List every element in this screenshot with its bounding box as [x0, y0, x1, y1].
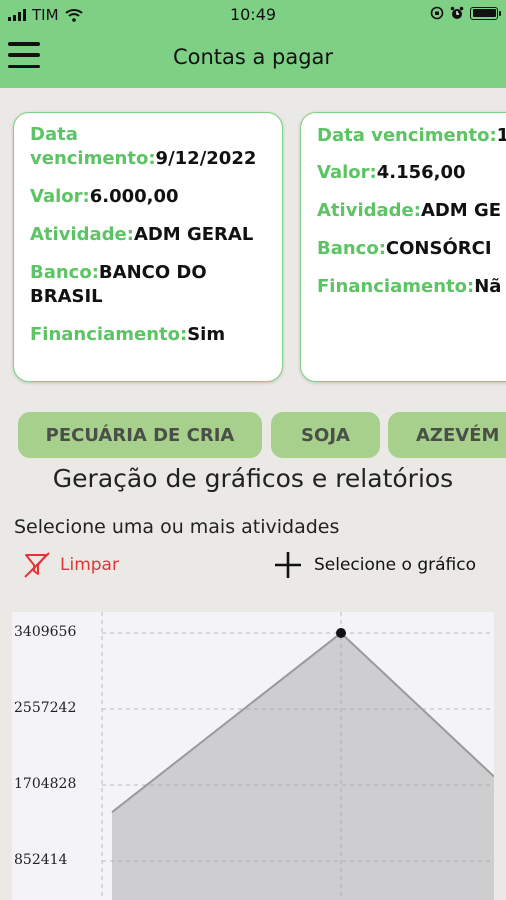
status-bar: TIM 10:49 — [0, 0, 506, 30]
bill-card[interactable]: Data vencimento:10/12/ Valor:4.156,00 At… — [300, 112, 506, 382]
bank-row: Banco:BANCO DO BRASIL — [30, 262, 207, 307]
bills-carousel[interactable]: Data vencimento:9/12/2022 Valor:6.000,00… — [0, 88, 506, 408]
section-subtitle: Selecione uma ou mais atividades — [14, 516, 340, 538]
app-bar: TIM 10:49 Contas a pagar — [0, 0, 506, 88]
due-date-row: Data vencimento:10/12/ — [317, 125, 506, 146]
value-row: Valor:6.000,00 — [30, 186, 179, 207]
activity-chips: PECUÁRIA DE CRIA SOJA AZEVÉM — [0, 412, 506, 460]
status-right — [430, 6, 501, 20]
page-title: Contas a pagar — [172, 45, 334, 69]
area-chart: 3409656 2557242 1704828 852414 — [12, 612, 494, 900]
activity-chip[interactable]: SOJA — [271, 412, 380, 458]
clear-button[interactable]: Limpar — [22, 550, 119, 580]
bank-row: Banco:CONSÓRCI — [317, 238, 492, 259]
y-tick-label: 2557242 — [14, 700, 77, 716]
value-row: Valor:4.156,00 — [317, 162, 466, 183]
clear-label: Limpar — [60, 555, 119, 575]
section-title: Geração de gráficos e relatórios — [52, 464, 454, 493]
battery-icon — [470, 6, 501, 20]
orientation-lock-icon — [430, 6, 444, 20]
chart-canvas — [101, 612, 494, 900]
alarm-icon — [450, 6, 464, 19]
financing-row: Financiamento:Sim — [30, 324, 226, 345]
activity-chip[interactable]: PECUÁRIA DE CRIA — [18, 412, 262, 458]
due-date-row: Data vencimento:9/12/2022 — [30, 124, 257, 169]
y-tick-label: 3409656 — [14, 624, 77, 640]
activity-row: Atividade:ADM GERAL — [30, 224, 254, 245]
plus-icon — [275, 552, 301, 578]
y-tick-label: 1704828 — [14, 776, 77, 792]
y-tick-label: 852414 — [14, 852, 68, 868]
select-chart-label: Selecione o gráfico — [314, 555, 476, 575]
data-point[interactable] — [336, 628, 346, 638]
filter-off-icon — [24, 552, 50, 578]
bill-card[interactable]: Data vencimento:9/12/2022 Valor:6.000,00… — [13, 112, 283, 382]
activity-row: Atividade:ADM GE — [317, 200, 502, 221]
select-chart-button[interactable]: Selecione o gráfico — [272, 549, 476, 581]
financing-row: Financiamento:Nã — [317, 276, 502, 297]
activity-chip[interactable]: AZEVÉM — [388, 412, 506, 458]
